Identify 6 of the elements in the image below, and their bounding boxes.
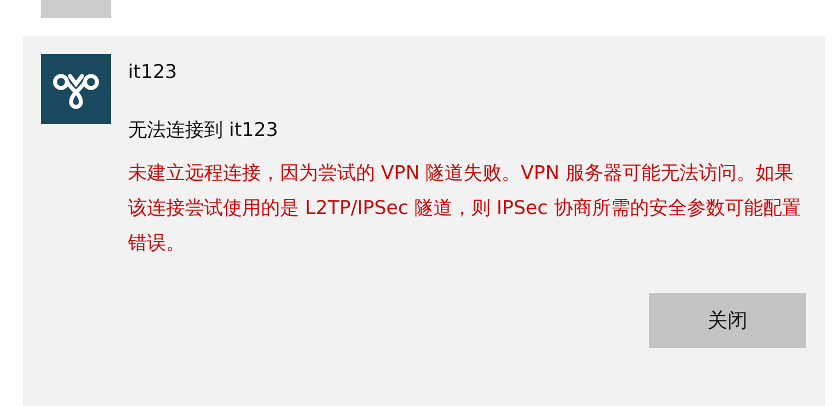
- partial-button[interactable]: [41, 0, 111, 18]
- close-button[interactable]: 关闭: [649, 293, 806, 348]
- error-message: 未建立远程连接，因为尝试的 VPN 隧道失败。VPN 服务器可能无法访问。如果该连接尝试使用的是 L2TP/IPSec 隧道，则 IPSec 协商所需的安全参数可能配置错误。: [128, 161, 802, 256]
- app-name: it123: [128, 60, 177, 85]
- knot-logo-icon: [41, 54, 111, 124]
- notification-title: 无法连接到 it123: [128, 118, 280, 143]
